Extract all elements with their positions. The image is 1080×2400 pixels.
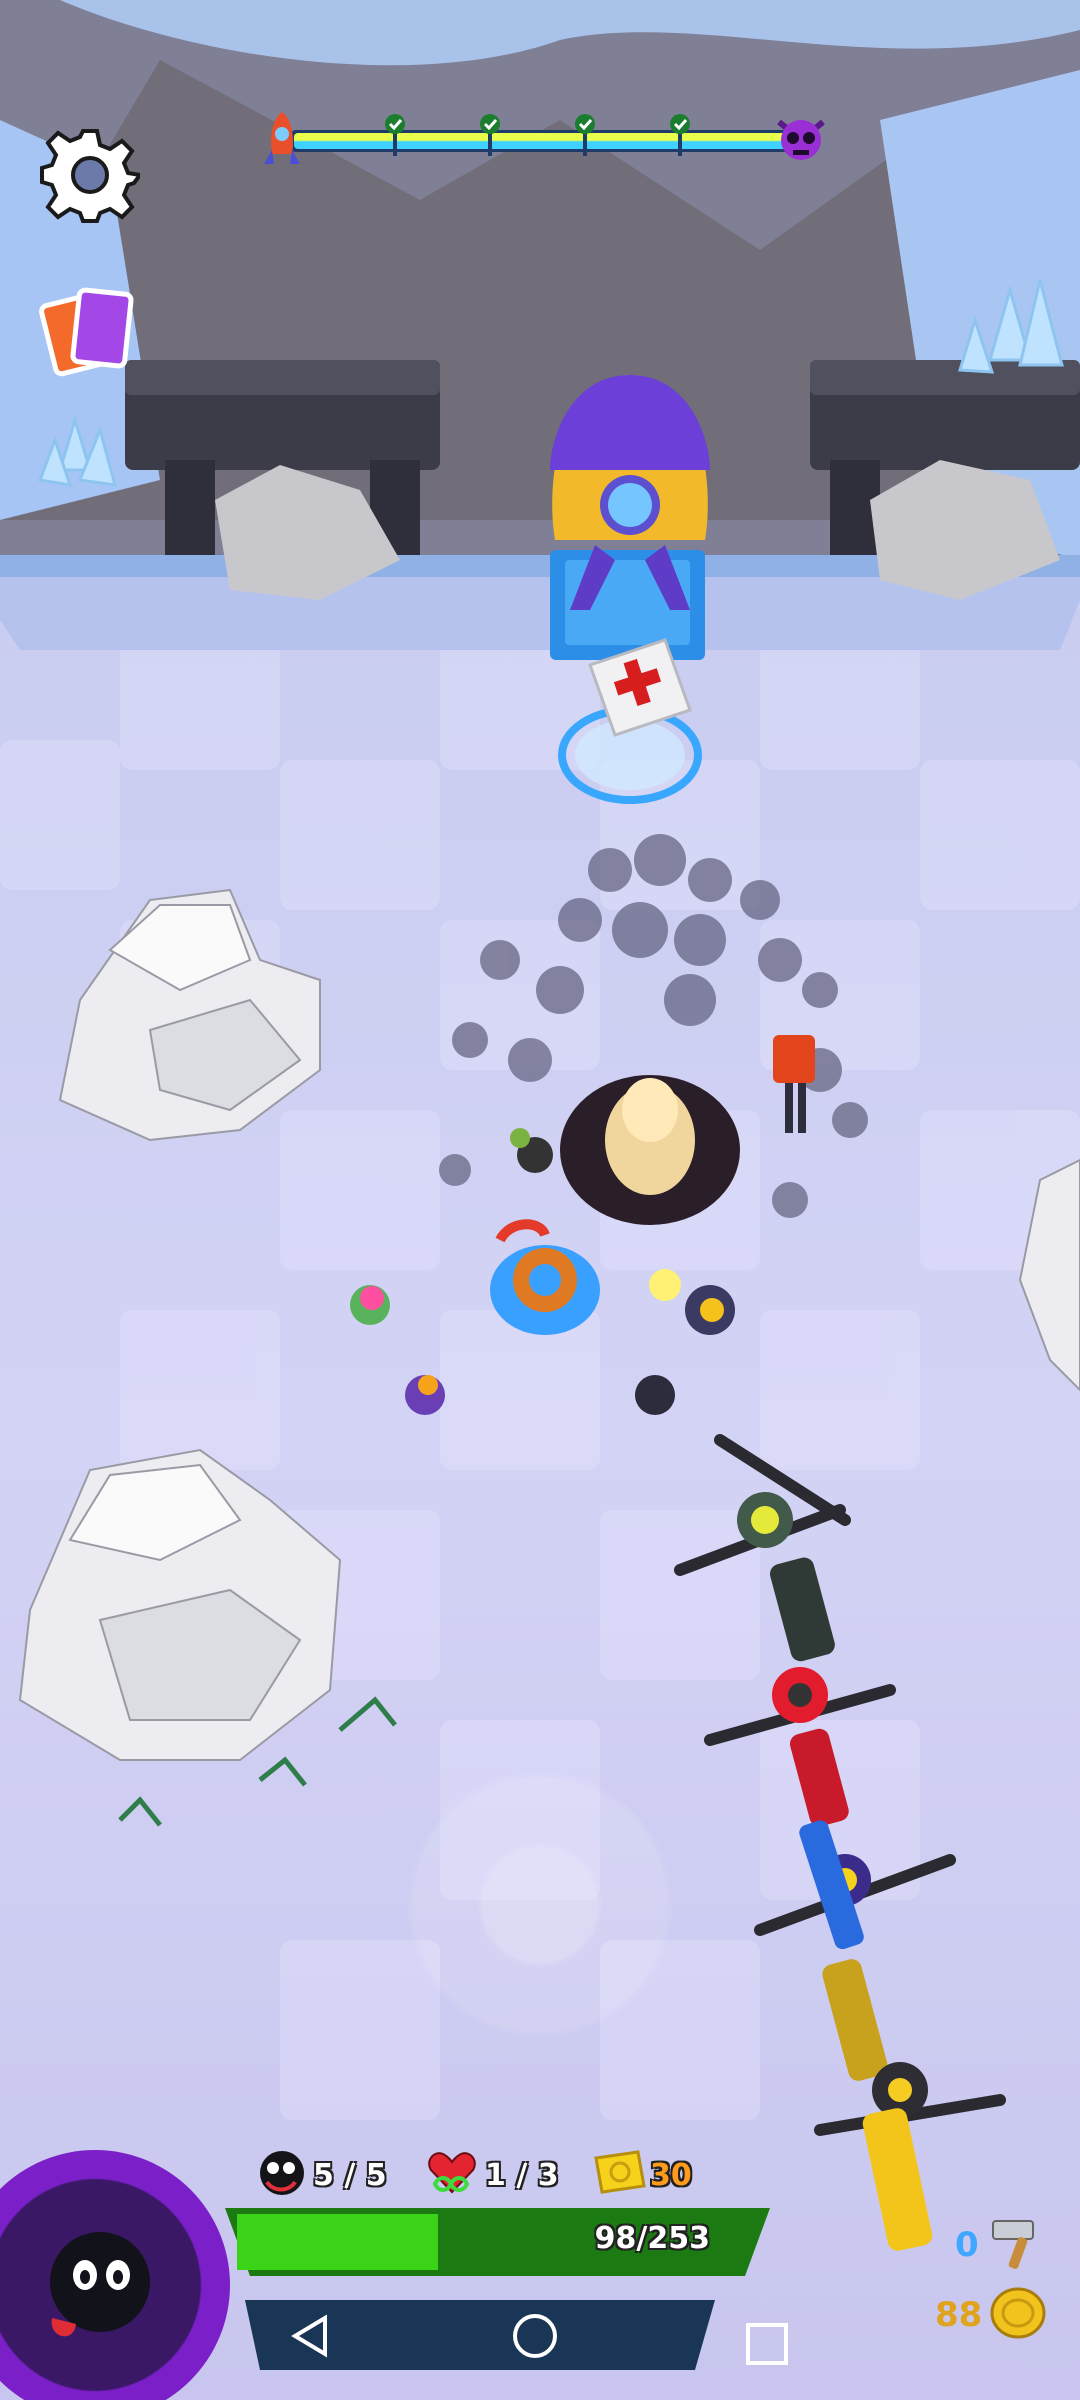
coin-counter: 88 [935, 2285, 1048, 2345]
settings-button[interactable] [40, 125, 144, 225]
checkpoint-check-icon [478, 112, 502, 162]
minion-counter: 5 / 5 [255, 2150, 387, 2200]
ability-orb-icon [30, 2220, 160, 2354]
hammer-count: 0 [955, 2225, 979, 2265]
back-icon[interactable] [285, 2312, 335, 2364]
cards-button[interactable] [38, 278, 148, 388]
home-icon[interactable] [510, 2312, 560, 2364]
health-value: 98/253 [594, 2221, 710, 2256]
ticket-counter: 30 [588, 2148, 692, 2202]
game-scene: 5 / 5 1 / 3 30 98/253 0 88 [0, 0, 1080, 2400]
level-progress-fill [294, 133, 790, 149]
gear-icon [40, 129, 144, 229]
lives-counter: 1 / 3 [425, 2150, 559, 2200]
ticket-count: 30 [650, 2157, 692, 2193]
health-bar-fill [237, 2214, 438, 2270]
minion-face-icon [255, 2148, 309, 2202]
hammer-counter: 0 [955, 2215, 1047, 2275]
lives-count: 1 / 3 [485, 2157, 559, 2193]
ticket-icon [588, 2148, 648, 2202]
coin-icon [988, 2283, 1048, 2347]
heart-infinity-icon [425, 2148, 479, 2202]
recents-icon[interactable] [742, 2320, 792, 2372]
hammer-icon [985, 2213, 1047, 2277]
start-rocket-icon [262, 110, 302, 166]
checkpoint-check-icon [668, 112, 692, 162]
cards-icon [38, 287, 148, 392]
level-progress-bar [264, 112, 825, 164]
game-world [0, 0, 1080, 2251]
boss-skull-icon [775, 114, 827, 168]
minion-count: 5 / 5 [313, 2157, 387, 2193]
health-bar: 98/253 [225, 2208, 770, 2276]
coin-count: 88 [935, 2295, 983, 2335]
system-nav-bar [245, 2300, 715, 2370]
checkpoint-check-icon [573, 112, 597, 162]
checkpoint-check-icon [383, 112, 407, 162]
